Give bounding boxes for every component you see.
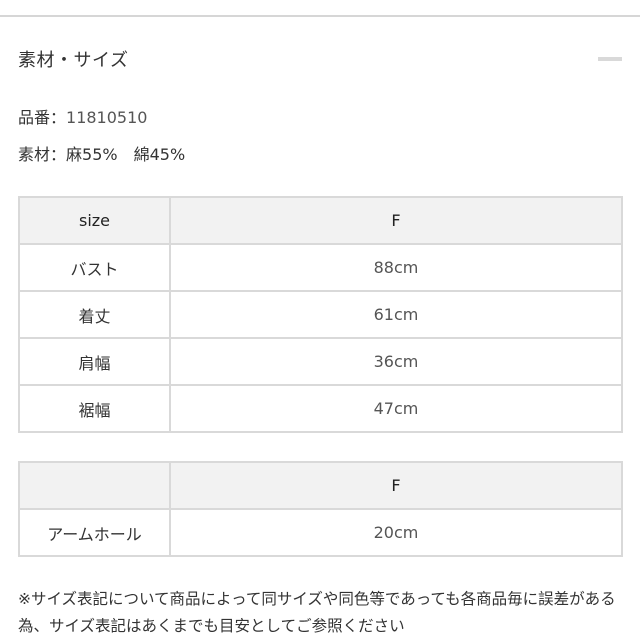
table-row: 肩幅 36cm — [18, 337, 623, 386]
row-value: 36cm — [169, 337, 623, 386]
table-row: 裾幅 47cm — [18, 384, 623, 433]
row-label: 肩幅 — [18, 337, 171, 386]
material-value: 麻55% 綿45% — [66, 145, 186, 164]
table-row: 着丈 61cm — [18, 290, 623, 339]
section-title: 素材・サイズ — [18, 50, 129, 71]
material-line: 素材：麻55% 綿45% — [18, 141, 185, 165]
row-label: 着丈 — [18, 290, 171, 339]
size-note: ※サイズ表記について商品によって同サイズや同色等であっても各商品毎に誤差がある為… — [18, 590, 616, 635]
top-divider — [0, 15, 640, 17]
armhole-table: F アームホール 20cm — [18, 461, 623, 557]
row-value: 47cm — [169, 384, 623, 433]
row-value: 20cm — [169, 508, 623, 557]
header-cell-empty — [18, 461, 171, 510]
row-value: 61cm — [169, 290, 623, 339]
table-header-row: size F — [18, 196, 623, 245]
row-label: バスト — [18, 243, 171, 292]
table-row: バスト 88cm — [18, 243, 623, 292]
header-cell-f: F — [169, 196, 623, 245]
section-header-material-size[interactable]: 素材・サイズ — [18, 44, 622, 74]
material-label: 素材： — [18, 145, 67, 164]
minus-icon[interactable] — [598, 57, 622, 61]
row-label: アームホール — [18, 508, 171, 557]
product-number-value: 11810510 — [66, 108, 148, 127]
header-cell-size: size — [18, 196, 171, 245]
table-row: アームホール 20cm — [18, 508, 623, 557]
row-label: 裾幅 — [18, 384, 171, 433]
product-number-line: 品番：11810510 — [18, 104, 147, 128]
header-cell-f: F — [169, 461, 623, 510]
size-table: size F バスト 88cm 着丈 61cm 肩幅 36cm 裾幅 47cm — [18, 196, 623, 433]
row-value: 88cm — [169, 243, 623, 292]
product-number-label: 品番： — [18, 108, 67, 127]
table-header-row: F — [18, 461, 623, 510]
